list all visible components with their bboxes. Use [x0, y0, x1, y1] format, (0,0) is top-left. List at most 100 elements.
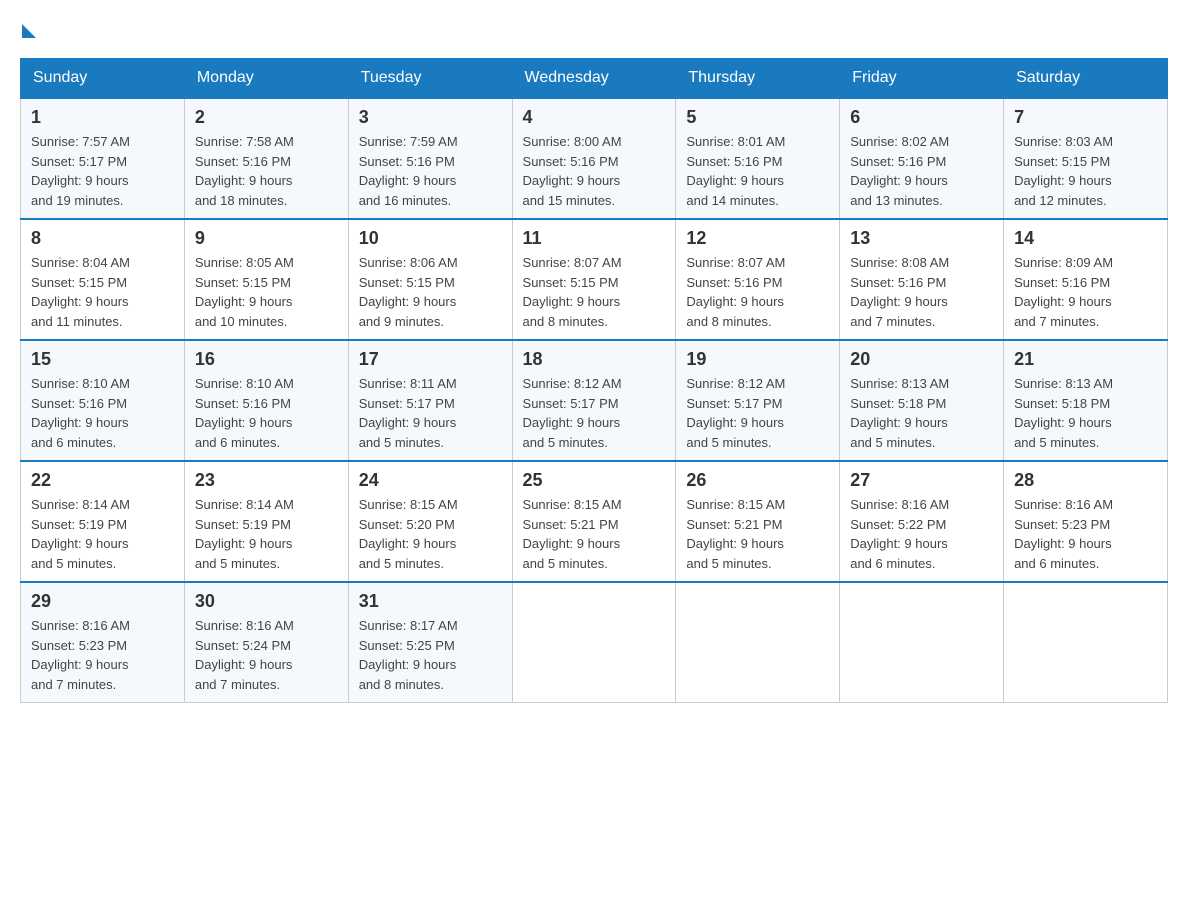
day-number: 27: [850, 470, 993, 491]
day-info: Sunrise: 8:16 AMSunset: 5:23 PMDaylight:…: [31, 616, 174, 694]
calendar-cell: [840, 582, 1004, 703]
calendar-cell: 26 Sunrise: 8:15 AMSunset: 5:21 PMDayligh…: [676, 461, 840, 582]
day-number: 13: [850, 228, 993, 249]
day-info: Sunrise: 8:07 AMSunset: 5:15 PMDaylight:…: [523, 253, 666, 331]
header-saturday: Saturday: [1004, 59, 1168, 99]
day-number: 10: [359, 228, 502, 249]
week-row-2: 8 Sunrise: 8:04 AMSunset: 5:15 PMDaylight…: [21, 219, 1168, 340]
calendar-cell: 25 Sunrise: 8:15 AMSunset: 5:21 PMDayligh…: [512, 461, 676, 582]
day-info: Sunrise: 8:16 AMSunset: 5:24 PMDaylight:…: [195, 616, 338, 694]
day-info: Sunrise: 8:10 AMSunset: 5:16 PMDaylight:…: [31, 374, 174, 452]
week-row-3: 15 Sunrise: 8:10 AMSunset: 5:16 PMDayligh…: [21, 340, 1168, 461]
day-info: Sunrise: 7:59 AMSunset: 5:16 PMDaylight:…: [359, 132, 502, 210]
calendar-cell: 2 Sunrise: 7:58 AMSunset: 5:16 PMDaylight…: [184, 98, 348, 219]
day-number: 8: [31, 228, 174, 249]
calendar-cell: 9Sunrise: 8:05 AMSunset: 5:15 PMDaylight…: [184, 219, 348, 340]
day-info: Sunrise: 8:15 AMSunset: 5:21 PMDaylight:…: [523, 495, 666, 573]
logo-arrow-icon: [22, 24, 36, 38]
day-number: 11: [523, 228, 666, 249]
day-info: Sunrise: 8:10 AMSunset: 5:16 PMDaylight:…: [195, 374, 338, 452]
week-row-4: 22 Sunrise: 8:14 AMSunset: 5:19 PMDayligh…: [21, 461, 1168, 582]
calendar-cell: 13 Sunrise: 8:08 AMSunset: 5:16 PMDayligh…: [840, 219, 1004, 340]
day-number: 17: [359, 349, 502, 370]
header-tuesday: Tuesday: [348, 59, 512, 99]
header-wednesday: Wednesday: [512, 59, 676, 99]
week-row-1: 1 Sunrise: 7:57 AMSunset: 5:17 PMDaylight…: [21, 98, 1168, 219]
page-header: [20, 20, 1168, 38]
day-info: Sunrise: 7:57 AMSunset: 5:17 PMDaylight:…: [31, 132, 174, 210]
header-thursday: Thursday: [676, 59, 840, 99]
day-number: 22: [31, 470, 174, 491]
day-number: 29: [31, 591, 174, 612]
calendar-cell: 31 Sunrise: 8:17 AMSunset: 5:25 PMDayligh…: [348, 582, 512, 703]
calendar-table: SundayMondayTuesdayWednesdayThursdayFrid…: [20, 58, 1168, 703]
calendar-cell: 17 Sunrise: 8:11 AMSunset: 5:17 PMDayligh…: [348, 340, 512, 461]
calendar-cell: 28 Sunrise: 8:16 AMSunset: 5:23 PMDayligh…: [1004, 461, 1168, 582]
day-info: Sunrise: 8:11 AMSunset: 5:17 PMDaylight:…: [359, 374, 502, 452]
day-info: Sunrise: 8:04 AMSunset: 5:15 PMDaylight:…: [31, 253, 174, 331]
day-info: Sunrise: 8:15 AMSunset: 5:21 PMDaylight:…: [686, 495, 829, 573]
day-info: Sunrise: 8:13 AMSunset: 5:18 PMDaylight:…: [1014, 374, 1157, 452]
calendar-cell: [676, 582, 840, 703]
day-number: 24: [359, 470, 502, 491]
calendar-cell: 19Sunrise: 8:12 AMSunset: 5:17 PMDayligh…: [676, 340, 840, 461]
day-info: Sunrise: 8:08 AMSunset: 5:16 PMDaylight:…: [850, 253, 993, 331]
day-info: Sunrise: 8:09 AMSunset: 5:16 PMDaylight:…: [1014, 253, 1157, 331]
day-number: 23: [195, 470, 338, 491]
calendar-cell: 22Sunrise: 8:14 AMSunset: 5:19 PMDayligh…: [21, 461, 185, 582]
day-number: 28: [1014, 470, 1157, 491]
day-number: 12: [686, 228, 829, 249]
day-number: 19: [686, 349, 829, 370]
calendar-cell: 15 Sunrise: 8:10 AMSunset: 5:16 PMDayligh…: [21, 340, 185, 461]
calendar-cell: 7Sunrise: 8:03 AMSunset: 5:15 PMDaylight…: [1004, 98, 1168, 219]
calendar-cell: 21 Sunrise: 8:13 AMSunset: 5:18 PMDayligh…: [1004, 340, 1168, 461]
day-info: Sunrise: 8:14 AMSunset: 5:19 PMDaylight:…: [195, 495, 338, 573]
day-number: 5: [686, 107, 829, 128]
calendar-cell: 18 Sunrise: 8:12 AMSunset: 5:17 PMDayligh…: [512, 340, 676, 461]
day-number: 26: [686, 470, 829, 491]
day-number: 25: [523, 470, 666, 491]
day-number: 18: [523, 349, 666, 370]
header-sunday: Sunday: [21, 59, 185, 99]
day-number: 4: [523, 107, 666, 128]
calendar-cell: 3 Sunrise: 7:59 AMSunset: 5:16 PMDaylight…: [348, 98, 512, 219]
day-info: Sunrise: 8:03 AMSunset: 5:15 PMDaylight:…: [1014, 132, 1157, 210]
day-info: Sunrise: 8:07 AMSunset: 5:16 PMDaylight:…: [686, 253, 829, 331]
day-number: 20: [850, 349, 993, 370]
day-number: 15: [31, 349, 174, 370]
day-info: Sunrise: 7:58 AMSunset: 5:16 PMDaylight:…: [195, 132, 338, 210]
calendar-cell: 23 Sunrise: 8:14 AMSunset: 5:19 PMDayligh…: [184, 461, 348, 582]
calendar-cell: [512, 582, 676, 703]
day-number: 16: [195, 349, 338, 370]
header-friday: Friday: [840, 59, 1004, 99]
calendar-cell: 8 Sunrise: 8:04 AMSunset: 5:15 PMDaylight…: [21, 219, 185, 340]
calendar-cell: 1 Sunrise: 7:57 AMSunset: 5:17 PMDaylight…: [21, 98, 185, 219]
calendar-cell: 16 Sunrise: 8:10 AMSunset: 5:16 PMDayligh…: [184, 340, 348, 461]
calendar-cell: 20Sunrise: 8:13 AMSunset: 5:18 PMDayligh…: [840, 340, 1004, 461]
calendar-cell: [1004, 582, 1168, 703]
calendar-cell: 24 Sunrise: 8:15 AMSunset: 5:20 PMDayligh…: [348, 461, 512, 582]
calendar-cell: 14 Sunrise: 8:09 AMSunset: 5:16 PMDayligh…: [1004, 219, 1168, 340]
day-info: Sunrise: 8:17 AMSunset: 5:25 PMDaylight:…: [359, 616, 502, 694]
calendar-cell: 5Sunrise: 8:01 AMSunset: 5:16 PMDaylight…: [676, 98, 840, 219]
week-row-5: 29 Sunrise: 8:16 AMSunset: 5:23 PMDayligh…: [21, 582, 1168, 703]
calendar-cell: 27Sunrise: 8:16 AMSunset: 5:22 PMDayligh…: [840, 461, 1004, 582]
calendar-cell: 30Sunrise: 8:16 AMSunset: 5:24 PMDayligh…: [184, 582, 348, 703]
day-info: Sunrise: 8:16 AMSunset: 5:23 PMDaylight:…: [1014, 495, 1157, 573]
calendar-cell: 11 Sunrise: 8:07 AMSunset: 5:15 PMDayligh…: [512, 219, 676, 340]
day-number: 31: [359, 591, 502, 612]
day-info: Sunrise: 8:12 AMSunset: 5:17 PMDaylight:…: [523, 374, 666, 452]
header-monday: Monday: [184, 59, 348, 99]
day-number: 2: [195, 107, 338, 128]
logo: [20, 20, 36, 38]
day-number: 21: [1014, 349, 1157, 370]
calendar-cell: 6 Sunrise: 8:02 AMSunset: 5:16 PMDaylight…: [840, 98, 1004, 219]
day-number: 14: [1014, 228, 1157, 249]
day-info: Sunrise: 8:02 AMSunset: 5:16 PMDaylight:…: [850, 132, 993, 210]
weekday-header-row: SundayMondayTuesdayWednesdayThursdayFrid…: [21, 59, 1168, 99]
day-number: 3: [359, 107, 502, 128]
day-info: Sunrise: 8:15 AMSunset: 5:20 PMDaylight:…: [359, 495, 502, 573]
day-number: 6: [850, 107, 993, 128]
calendar-cell: 4Sunrise: 8:00 AMSunset: 5:16 PMDaylight…: [512, 98, 676, 219]
day-number: 1: [31, 107, 174, 128]
